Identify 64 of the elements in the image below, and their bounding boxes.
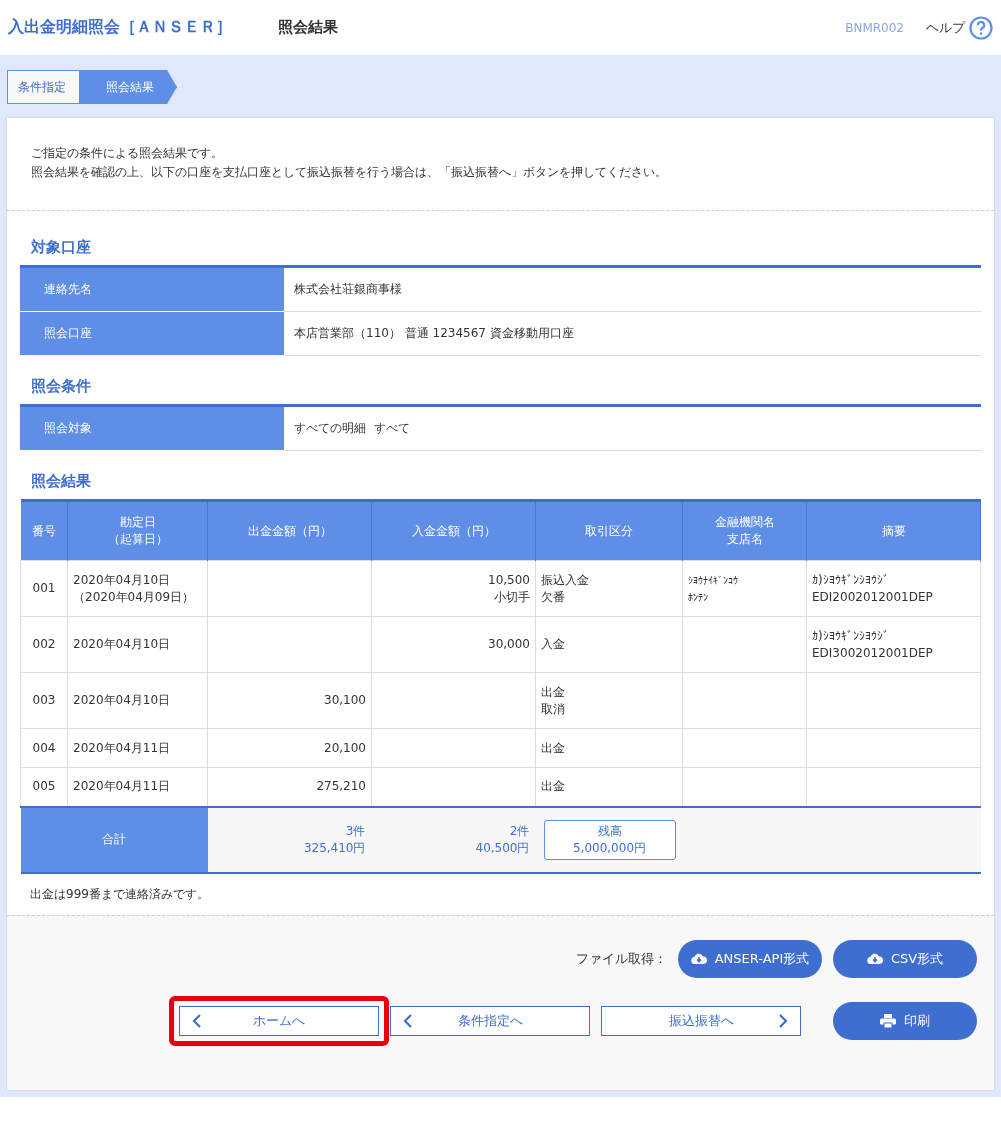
- table-cell-text: 004: [31, 739, 57, 757]
- section-title: 照会条件: [31, 376, 92, 396]
- screen-id: BNMR002: [845, 20, 904, 35]
- table-cell-text: 275,210: [315, 778, 366, 796]
- cloud-download-icon: [690, 952, 707, 965]
- chevron-left-icon: [192, 1012, 202, 1029]
- table-cell-text: 2020年04月10日: [73, 692, 172, 709]
- chevron-left-icon: [403, 1012, 413, 1029]
- field-value: 株式会社荘銀商事様: [284, 266, 981, 312]
- table-cell-text: 2020年04月11日: [73, 739, 172, 757]
- table-cell-text: 30,100: [323, 692, 366, 709]
- table-cell-text: 入金: [541, 636, 566, 653]
- table-cell-text: 30,000: [487, 636, 530, 653]
- file-label: ファイル取得：: [576, 949, 667, 968]
- table-cell-text: 2020年04月10日: [73, 636, 172, 653]
- table-cell-text: 003: [31, 692, 57, 709]
- table-cell-text: 20,100: [323, 739, 366, 757]
- table-cell-text: ｶ)ｼﾖｳｷﾞﾝｼﾖｳｼﾞ EDI2002012001DEP: [812, 571, 934, 606]
- table-cell-text: 出金 取消: [541, 683, 566, 718]
- column-header: 勘定日 （起算日）: [67, 500, 208, 561]
- total-value: 2件 40,500円: [474, 822, 530, 857]
- chevron-right-icon: [778, 1012, 788, 1029]
- nav-button[interactable]: ホームへ: [179, 1005, 379, 1036]
- note-text: 出金は999番まで連絡済みです。: [30, 885, 210, 903]
- table-cell-text: 振込入金 欠番: [541, 571, 590, 606]
- table-cell-text: 2020年04月10日 （2020年04月09日）: [73, 571, 196, 606]
- page-title: 入出金明細照会［ＡＮＳＥＲ］: [8, 17, 232, 38]
- print-button[interactable]: 印刷: [833, 1001, 977, 1040]
- field-value: すべての明細 すべて: [284, 405, 981, 451]
- nav-button[interactable]: 振込振替へ: [601, 1005, 801, 1036]
- table-cell-text: ｶ)ｼﾖｳｷﾞﾝｼﾖｳｼﾞ EDI3002012001DEP: [812, 627, 934, 662]
- table-cell-text: 2020年04月11日: [73, 778, 172, 796]
- cloud-download-icon: [866, 952, 883, 965]
- field-label: 照会対象: [20, 405, 284, 451]
- table-cell-text: 002: [31, 636, 57, 653]
- table-cell-text: ｼﾖｳﾅｲｷﾞﾝｺｳ ﾎﾝﾃﾝ: [688, 573, 739, 605]
- total-label: 合計: [20, 806, 208, 873]
- column-header: 出金金額（円）: [207, 500, 372, 561]
- table-cell-text: 005: [31, 778, 57, 796]
- intro-text: ご指定の条件による照会結果です。: [31, 145, 224, 162]
- download-button[interactable]: ANSER-API形式: [678, 939, 822, 978]
- field-label: 照会口座: [20, 311, 284, 356]
- total-value: 3件 325,410円: [302, 822, 366, 857]
- column-header: 摘要: [806, 500, 981, 561]
- table-cell-text: 出金: [541, 778, 566, 796]
- page-subtitle: 照会結果: [278, 18, 338, 37]
- printer-icon: [880, 1013, 896, 1028]
- field-label: 連絡先名: [20, 266, 284, 312]
- section-title: 対象口座: [31, 237, 92, 257]
- table-cell-text: 出金: [541, 739, 566, 757]
- field-value: 本店営業部（110） 普通 1234567 資金移動用口座: [284, 311, 981, 356]
- table-cell-text: 001: [31, 580, 57, 597]
- column-header: 入金金額（円）: [371, 500, 536, 561]
- help-icon[interactable]: [969, 15, 993, 40]
- intro-text: 照会結果を確認の上、以下の口座を支払口座として振込振替を行う場合は、「振込振替へ」ボタンを押してください。: [31, 164, 668, 181]
- help-link[interactable]: ヘルプ: [926, 18, 965, 37]
- column-header: 取引区分: [535, 500, 683, 561]
- column-header: 金融機関名 支店名: [682, 500, 807, 561]
- nav-button[interactable]: 条件指定へ: [390, 1005, 590, 1036]
- table-cell-text: 10,500 小切手: [487, 571, 530, 606]
- column-header: 番号: [20, 500, 68, 561]
- section-title: 照会結果: [31, 471, 92, 491]
- download-button[interactable]: CSV形式: [833, 939, 977, 978]
- balance-box: 残高 5,000,000円: [543, 819, 676, 860]
